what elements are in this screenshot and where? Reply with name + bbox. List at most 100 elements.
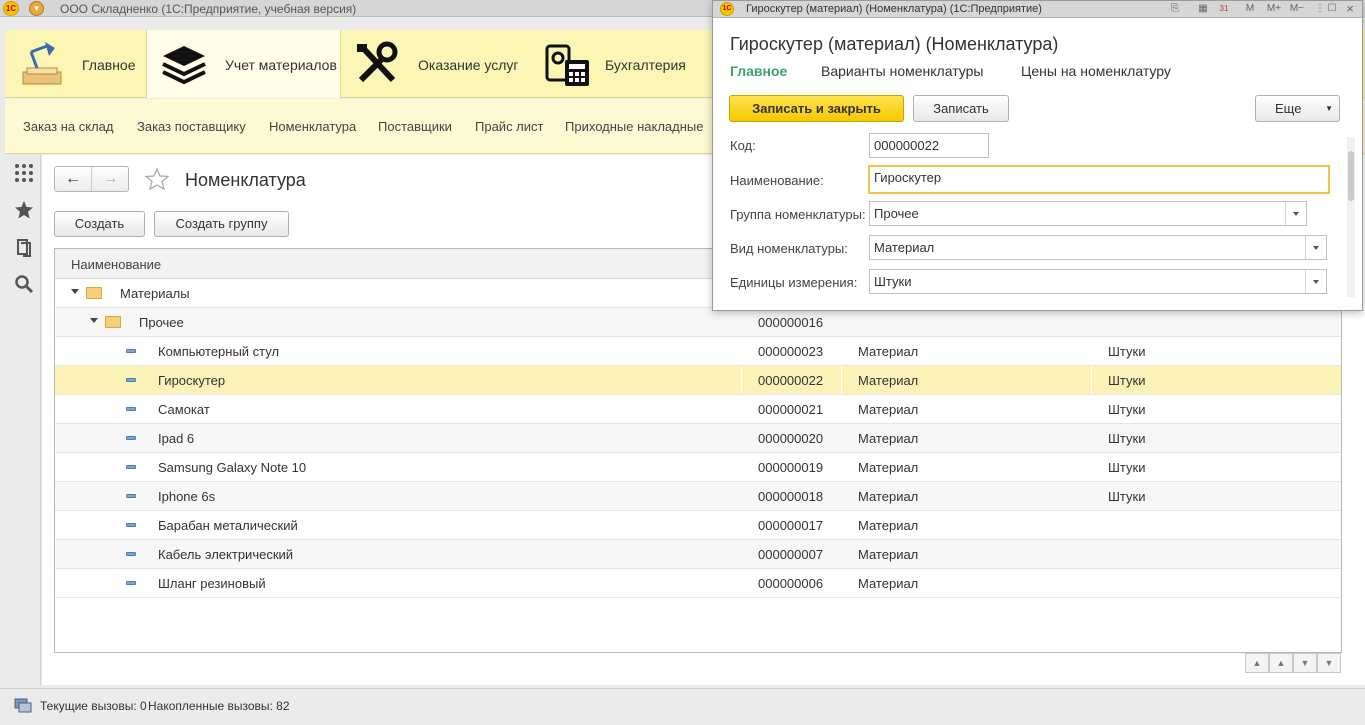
kind-label: Вид номенклатуры: [730,241,848,256]
add-favorite-star-icon[interactable] [145,168,169,190]
forward-arrow-icon[interactable]: → [92,167,129,191]
more-label: Еще [1275,101,1302,116]
cell-code: 000000017 [758,518,824,533]
section-main[interactable]: Главное [5,30,146,98]
tab-prices[interactable]: Цены на номенклатуру [1021,63,1171,79]
calculator-small-icon[interactable]: ▦ [1196,2,1210,16]
item-icon [126,378,136,382]
save-and-close-button[interactable]: Записать и закрыть [729,95,904,122]
link-icon[interactable]: ⎘ [1168,2,1182,16]
cell-separator [741,366,742,394]
group-dropdown-icon[interactable] [1285,202,1306,225]
expand-triangle-icon[interactable] [90,318,98,323]
nav-nomenclature[interactable]: Номенклатура [269,119,356,134]
item-form-title: Гироскутер (материал) (Номенклатура) [730,34,1059,54]
current-calls-status: Текущие вызовы: 0 [40,699,147,713]
cell-code: 000000006 [758,576,824,591]
unit-dropdown-icon[interactable] [1305,270,1326,293]
save-button[interactable]: Записать [913,95,1009,122]
history-icon[interactable] [14,237,34,257]
more-button[interactable]: Еще ▼ [1255,95,1340,122]
app-title: ООО Складненко (1С:Предприятие, учебная … [60,2,357,16]
table-row[interactable]: Самокат 000000021 Материал Штуки [55,395,1341,424]
search-icon[interactable] [14,274,34,294]
item-icon [126,436,136,440]
cell-name: Самокат [158,402,210,417]
table-row[interactable]: Гироскутер 000000022 Материал Штуки [55,366,1341,395]
column-header-name[interactable]: Наименование [71,257,161,272]
chevron-down-icon: ▼ [1325,104,1333,113]
back-arrow-icon[interactable]: ← [55,167,92,191]
1c-logo-icon: 1С [3,1,19,16]
cell-unit: Штуки [1108,431,1146,446]
calendar-icon[interactable]: 31 [1217,2,1231,16]
scroll-down-icon[interactable]: ▼ [1293,653,1317,673]
kind-field[interactable]: Материал [869,235,1327,260]
scroll-bottom-icon[interactable]: ▼ [1317,653,1341,673]
table-row[interactable]: Кабель электрический 000000007 Материал [55,540,1341,569]
tools-icon [357,41,398,83]
item-icon [126,494,136,498]
close-icon[interactable]: × [1343,2,1357,16]
kind-dropdown-icon[interactable] [1305,236,1326,259]
group-label: Группа номенклатуры: [730,207,866,222]
nav-warehouse-order[interactable]: Заказ на склад [23,119,113,134]
item-icon [126,349,136,353]
all-functions-icon[interactable] [14,163,34,183]
item-icon [126,581,136,585]
cell-unit: Штуки [1108,489,1146,504]
tab-main[interactable]: Главное [730,63,787,79]
name-field[interactable]: Гироскутер [868,165,1330,194]
scrollbar-thumb[interactable] [1348,151,1354,201]
unit-value: Штуки [874,274,912,289]
favorites-icon[interactable] [14,200,34,220]
table-row[interactable]: Iphone 6s 000000018 Материал Штуки [55,482,1341,511]
folder-icon [105,316,121,328]
open-group-icon[interactable]: ⧉ [1306,202,1307,226]
section-services[interactable]: Оказание услуг [341,30,531,98]
nav-supplier-order[interactable]: Заказ поставщику [137,119,246,134]
create-group-button[interactable]: Создать группу [154,211,289,237]
create-button[interactable]: Создать [54,211,145,237]
scroll-top-icon[interactable]: ▲ [1245,653,1269,673]
folder-icon [86,287,102,299]
kind-value: Материал [874,240,935,255]
group-field[interactable]: Прочее ⧉ [869,201,1307,226]
cell-name: Iphone 6s [158,489,216,504]
table-row[interactable]: Компьютерный стул 000000023 Материал Штуки [55,337,1341,366]
cell-name: Samsung Galaxy Note 10 [158,460,307,475]
table-row[interactable]: Ipad 6 000000020 Материал Штуки [55,424,1341,453]
page-title: Номенклатура [185,170,306,190]
performance-icon [14,698,32,713]
cell-name: Компьютерный стул [158,344,280,359]
cell-kind: Материал [858,373,919,388]
cell-kind: Материал [858,576,919,591]
scroll-up-icon[interactable]: ▲ [1269,653,1293,673]
table-row[interactable]: Барабан металический 000000017 Материал [55,511,1341,540]
section-materials[interactable]: Учет материалов [146,30,341,98]
item-form-window: 1С Гироскутер (материал) (Номенклатура) … [712,0,1363,311]
tab-variants[interactable]: Варианты номенклатуры [821,63,983,79]
expand-triangle-icon[interactable] [71,289,79,294]
table-row[interactable]: Samsung Galaxy Note 10 000000019 Материал Ш… [55,453,1341,482]
main-menu-icon[interactable]: ▼ [29,1,44,16]
unit-field[interactable]: Штуки [869,269,1327,294]
memory-m-icon[interactable]: M [1243,2,1257,16]
code-field[interactable]: 000000022 [869,133,989,158]
cell-code: 000000023 [758,344,824,359]
item-window-scrollbar[interactable] [1347,137,1355,297]
cell-name: Материалы [120,286,190,301]
table-row[interactable]: Шланг резиновый 000000006 Материал [55,569,1341,598]
maximize-icon[interactable]: ☐ [1325,2,1339,16]
item-icon [126,523,136,527]
nav-suppliers[interactable]: Поставщики [378,119,452,134]
nav-price-list[interactable]: Прайс лист [475,119,543,134]
group-row[interactable]: Прочее 000000016 [55,308,1341,337]
memory-mplus-icon[interactable]: M+ [1265,2,1283,16]
memory-mminus-icon[interactable]: M− [1288,2,1306,16]
section-accounting[interactable]: Бухгалтерия [531,30,711,98]
group-value: Прочее [874,206,919,221]
cell-separator [1091,366,1092,394]
nav-receipt-invoices[interactable]: Приходные накладные [565,119,703,134]
cell-unit: Штуки [1108,460,1146,475]
